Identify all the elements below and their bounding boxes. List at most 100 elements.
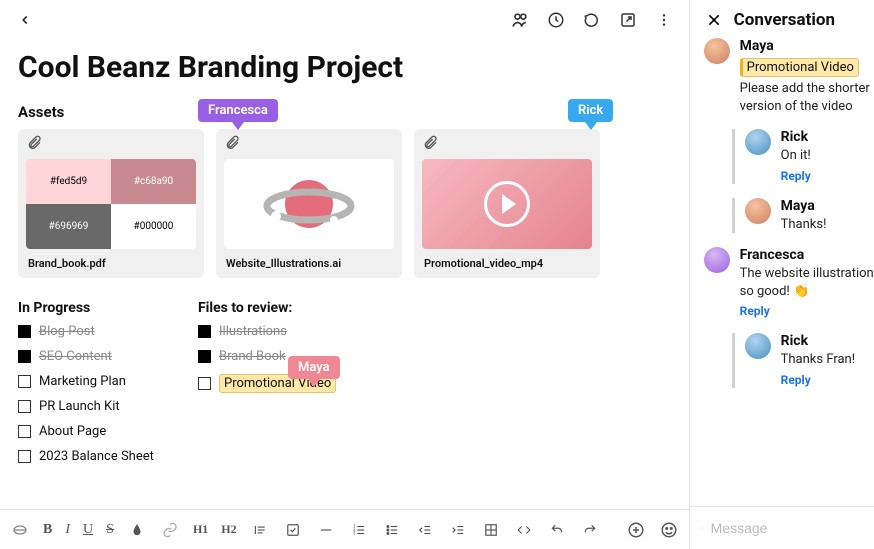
files-to-review-column: Files to review: Illustrations Brand Book… (198, 300, 348, 474)
task-item[interactable]: PR Launch Kit (18, 399, 168, 414)
emoji-icon[interactable] (659, 520, 679, 540)
redo-icon[interactable] (580, 520, 600, 540)
message-text: On it! (781, 147, 874, 165)
message-author: Maya (740, 38, 874, 54)
ordered-list-icon[interactable]: 123 (349, 520, 369, 540)
avatar (704, 38, 730, 64)
asset-card[interactable]: Promotional_video_mp4 (414, 129, 600, 278)
checkbox[interactable] (198, 350, 211, 363)
chat-icon (702, 519, 703, 537)
task-item[interactable]: Illustrations (198, 324, 348, 339)
files-to-review-heading: Files to review: (198, 300, 348, 316)
avatar (745, 333, 771, 359)
open-external-icon[interactable] (617, 9, 639, 31)
avatar (745, 129, 771, 155)
message-author: Maya (781, 198, 874, 214)
message-author: Francesca (740, 247, 874, 263)
asset-card[interactable]: #fed5d9 #c68a90 #696969 #000000 Brand_bo… (18, 129, 204, 278)
checkbox[interactable] (198, 377, 211, 390)
comment-icon[interactable] (581, 9, 603, 31)
task-item[interactable]: Marketing Plan (18, 374, 168, 389)
code-icon[interactable] (514, 520, 534, 540)
task-label: Promotional Video (219, 374, 336, 393)
assets-heading: Assets (18, 103, 671, 121)
collaborators-icon[interactable] (509, 9, 531, 31)
undo-icon[interactable] (547, 520, 567, 540)
task-item[interactable]: SEO Content (18, 349, 168, 364)
bullet-list-icon[interactable] (382, 520, 402, 540)
color-icon[interactable] (127, 520, 147, 540)
task-item[interactable]: Promotional Video (198, 374, 348, 393)
h2-button[interactable]: H2 (221, 520, 236, 540)
h1-button[interactable]: H1 (193, 520, 208, 540)
divider-icon[interactable] (316, 520, 336, 540)
task-item[interactable]: Blog Post (18, 324, 168, 339)
checkbox[interactable] (18, 375, 31, 388)
assets-row: Francesca Rick #fed5d9 #c68a90 #696969 (18, 129, 671, 278)
message: Maya Thanks! (732, 198, 874, 234)
svg-text:3: 3 (353, 530, 356, 535)
quote-icon[interactable] (250, 520, 270, 540)
in-progress-heading: In Progress (18, 300, 168, 316)
italic-button[interactable]: I (65, 520, 70, 540)
add-icon[interactable] (626, 520, 646, 540)
message: Rick Thanks Fran! Reply (732, 333, 874, 388)
reply-button[interactable]: Reply (740, 304, 770, 318)
checkbox[interactable] (18, 325, 31, 338)
swatch: #696969 (26, 204, 111, 249)
close-icon[interactable] (704, 10, 724, 30)
back-icon[interactable] (14, 9, 36, 31)
reply-button[interactable]: Reply (781, 373, 811, 387)
task-item[interactable]: About Page (18, 424, 168, 439)
avatar (704, 247, 730, 273)
message: Francesca The website illustrations look … (704, 247, 874, 319)
asset-caption: Website_Illustrations.ai (216, 257, 402, 270)
outdent-icon[interactable] (415, 520, 435, 540)
in-progress-column: In Progress Blog Post SEO Content Marketin… (18, 300, 168, 474)
checkbox[interactable] (198, 325, 211, 338)
message-input[interactable] (711, 520, 874, 536)
play-icon[interactable] (484, 181, 530, 227)
task-label: Marketing Plan (39, 374, 126, 389)
underline-button[interactable]: U (83, 520, 93, 540)
task-label: 2023 Balance Sheet (39, 449, 154, 464)
indent-icon[interactable] (448, 520, 468, 540)
link-icon[interactable] (160, 520, 180, 540)
message-author: Rick (781, 129, 874, 145)
avatar (745, 198, 771, 224)
asset-caption: Promotional_video_mp4 (414, 257, 600, 270)
planet-illustration-icon (254, 164, 364, 244)
checkbox[interactable] (18, 350, 31, 363)
asset-card[interactable]: Website_Illustrations.ai (216, 129, 402, 278)
swatch: #000000 (111, 204, 196, 249)
swatch: #c68a90 (111, 159, 196, 204)
checkbox[interactable] (18, 400, 31, 413)
task-item[interactable]: 2023 Balance Sheet (18, 449, 168, 464)
reply-button[interactable]: Reply (781, 169, 811, 183)
message-highlight: Promotional Video (740, 58, 859, 77)
task-item[interactable]: Brand Book (198, 349, 348, 364)
checkbox[interactable] (18, 450, 31, 463)
message-composer (690, 506, 874, 549)
video-thumbnail[interactable] (422, 159, 592, 249)
message-author: Rick (781, 333, 874, 349)
more-icon[interactable] (653, 9, 675, 31)
paperclip-icon (18, 129, 204, 159)
message-text: Thanks Fran! (781, 351, 874, 369)
paperclip-icon (216, 129, 402, 159)
table-icon[interactable] (481, 520, 501, 540)
bold-button[interactable]: B (43, 520, 52, 540)
message-text: Thanks! (781, 216, 874, 234)
conversation-panel: Conversation MayaPromotional VideoPlease… (690, 0, 874, 549)
swatch: #fed5d9 (26, 159, 111, 204)
message-text: Please add the shorter version of the vi… (740, 80, 874, 115)
history-icon[interactable] (545, 9, 567, 31)
strike-button[interactable]: S (106, 520, 114, 540)
message: Rick On it! Reply (732, 129, 874, 184)
task-label: Blog Post (39, 324, 95, 339)
text-style-icon[interactable] (10, 520, 30, 540)
message-text: The website illustrations look so good! … (740, 265, 874, 300)
checkbox[interactable] (18, 425, 31, 438)
checklist-icon[interactable] (283, 520, 303, 540)
task-label: Brand Book (219, 349, 286, 364)
